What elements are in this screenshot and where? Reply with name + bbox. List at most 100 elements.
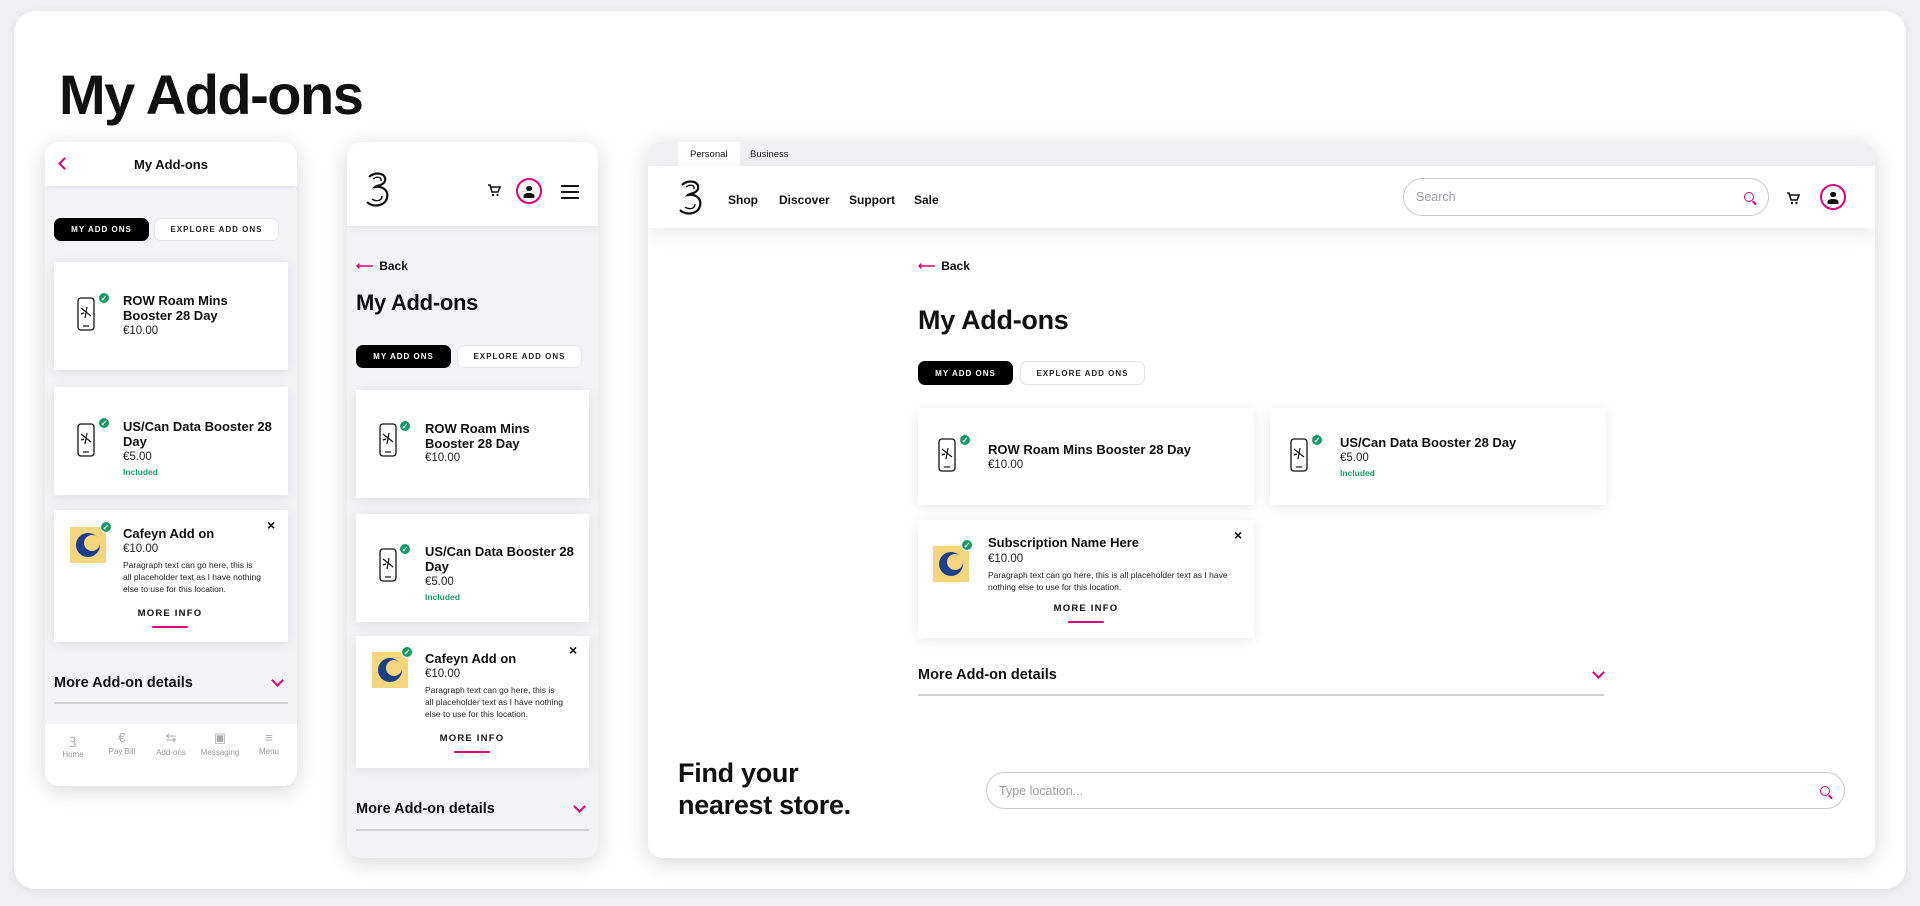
cafeyn-logo-icon <box>70 527 106 563</box>
store-heading: Find your nearest store. <box>678 758 851 820</box>
tab-pay-bill[interactable]: € Pay Bill <box>102 730 142 756</box>
back-link[interactable]: ⟵ Back <box>356 259 408 273</box>
back-link[interactable]: ⟵ Back <box>918 259 970 273</box>
more-info-link[interactable]: MORE INFO <box>1046 603 1126 614</box>
more-details-toggle[interactable]: More Add-on details <box>356 801 495 817</box>
addon-card[interactable]: ✓ Subscription Name Here × €10.00 Paragr… <box>918 520 1254 638</box>
bottom-tab-bar: ꝫ Home € Pay Bill ⇆ Add-ons ▣ Messaging ≡ Men… <box>45 724 297 786</box>
desktop-frame: Personal Business Shop Discover Support … <box>648 142 1875 858</box>
addon-card[interactable]: ✓ ROW Roam Mins Booster 28 Day €10.00 <box>356 390 589 498</box>
phone-plane-icon <box>1290 438 1308 472</box>
addon-price: €10.00 <box>425 452 461 464</box>
cart-icon[interactable] <box>487 183 501 197</box>
tab-add-ons[interactable]: ⇆ Add-ons <box>151 730 191 757</box>
addon-description: Paragraph text can go here, this is all … <box>425 685 563 719</box>
tab-home[interactable]: ꝫ Home <box>53 730 93 759</box>
addon-description: Paragraph text can go here, this is all … <box>123 560 261 594</box>
tab-my-add-ons[interactable]: MY ADD ONS <box>54 218 149 241</box>
account-icon[interactable] <box>1820 184 1846 210</box>
addon-card[interactable]: ✓ US/Can Data Booster 28 Day €5.00 Inclu… <box>1270 408 1606 505</box>
addon-title: ROW Roam Mins Booster 28 Day <box>123 293 228 323</box>
phone-plane-icon <box>379 548 397 582</box>
more-details-toggle[interactable]: More Add-on details <box>54 675 193 691</box>
more-info-link[interactable]: MORE INFO <box>134 608 206 619</box>
addon-card[interactable]: ✓ ROW Roam Mins Booster 28 Day €10.00 <box>54 262 288 370</box>
search-icon[interactable] <box>1744 192 1754 202</box>
mobile-header <box>347 142 598 226</box>
more-details-toggle[interactable]: More Add-on details <box>918 667 1057 683</box>
close-icon[interactable]: × <box>267 518 275 532</box>
three-logo-icon[interactable] <box>676 178 706 218</box>
menu-icon: ≡ <box>265 730 273 745</box>
chevron-down-icon[interactable] <box>573 800 586 813</box>
divider <box>356 829 589 831</box>
account-icon[interactable] <box>516 178 542 204</box>
check-icon: ✓ <box>1311 434 1323 446</box>
tab-menu[interactable]: ≡ Menu <box>249 730 289 756</box>
included-badge: Included <box>425 592 460 602</box>
arrow-left-icon: ⟵ <box>918 259 936 273</box>
addon-title: Cafeyn Add on <box>425 651 517 666</box>
hamburger-menu-icon[interactable] <box>561 185 579 199</box>
addon-price: €5.00 <box>123 451 152 463</box>
check-icon: ✓ <box>98 417 110 429</box>
nav-support[interactable]: Support <box>849 193 895 207</box>
included-badge: Included <box>1340 468 1375 478</box>
section-title: My Add-ons <box>918 305 1069 335</box>
more-info-link[interactable]: MORE INFO <box>436 733 508 744</box>
app-header: My Add-ons <box>45 142 297 186</box>
section-title: My Add-ons <box>356 290 479 315</box>
tab-business[interactable]: Business <box>738 142 801 166</box>
phone-plane-icon <box>77 423 95 457</box>
tab-my-add-ons[interactable]: MY ADD ONS <box>356 345 451 368</box>
cafeyn-logo-icon <box>372 652 408 688</box>
tab-explore-add-ons[interactable]: EXPLORE ADD ONS <box>1020 361 1145 385</box>
check-icon: ✓ <box>961 539 973 551</box>
tab-personal[interactable]: Personal <box>678 142 740 166</box>
phone-plane-icon <box>379 423 397 457</box>
check-icon: ✓ <box>399 420 411 432</box>
addon-description: Paragraph text can go here, this is all … <box>988 570 1228 592</box>
addon-card[interactable]: ✓ US/Can Data Booster 28 Day €5.00 Inclu… <box>54 387 288 495</box>
close-icon[interactable]: × <box>569 643 577 657</box>
check-icon: ✓ <box>401 646 413 658</box>
app-header-title: My Add-ons <box>134 157 208 172</box>
three-logo-icon[interactable] <box>363 171 393 209</box>
addons-icon: ⇆ <box>165 730 177 745</box>
addon-price: €5.00 <box>425 576 454 588</box>
nav-shop[interactable]: Shop <box>728 193 758 207</box>
divider <box>918 694 1604 696</box>
addon-price: €10.00 <box>123 543 159 555</box>
addon-price: €5.00 <box>1340 452 1369 464</box>
three-logo-icon: ꝫ <box>69 732 77 747</box>
cart-icon[interactable] <box>1786 191 1800 205</box>
addon-title: Cafeyn Add on <box>123 526 215 541</box>
phone-plane-icon <box>77 297 95 331</box>
location-input[interactable]: Type location... <box>986 772 1845 809</box>
chevron-down-icon[interactable] <box>1592 666 1605 679</box>
arrow-left-icon: ⟵ <box>356 259 374 273</box>
mobile-web-frame: ⟵ Back My Add-ons MY ADD ONS EXPLORE ADD … <box>347 142 598 858</box>
search-input[interactable]: Search <box>1403 178 1769 216</box>
check-icon: ✓ <box>100 521 112 533</box>
chevron-down-icon[interactable] <box>271 674 284 687</box>
nav-discover[interactable]: Discover <box>779 193 830 207</box>
search-icon[interactable] <box>1820 785 1830 796</box>
tab-explore-add-ons[interactable]: EXPLORE ADD ONS <box>457 345 582 368</box>
addon-card[interactable]: ✓ ROW Roam Mins Booster 28 Day €10.00 <box>918 408 1254 505</box>
addon-title: ROW Roam Mins Booster 28 Day <box>988 442 1191 457</box>
addon-card[interactable]: ✓ Cafeyn Add on × €10.00 Paragraph text … <box>356 636 589 768</box>
addon-title: US/Can Data Booster 28 Day <box>425 544 574 574</box>
addon-card[interactable]: ✓ Cafeyn Add on × €10.00 Paragraph text … <box>54 510 288 642</box>
tab-explore-add-ons[interactable]: EXPLORE ADD ONS <box>154 218 279 241</box>
cafeyn-logo-icon <box>933 546 969 582</box>
tab-my-add-ons[interactable]: MY ADD ONS <box>918 361 1013 385</box>
phone-plane-icon <box>938 438 956 472</box>
tab-messaging[interactable]: ▣ Messaging <box>200 730 240 757</box>
addon-price: €10.00 <box>988 459 1024 471</box>
addon-card[interactable]: ✓ US/Can Data Booster 28 Day €5.00 Inclu… <box>356 514 589 622</box>
search-placeholder: Search <box>1416 190 1456 204</box>
close-icon[interactable]: × <box>1234 528 1242 542</box>
included-badge: Included <box>123 467 158 477</box>
nav-sale[interactable]: Sale <box>914 193 939 207</box>
